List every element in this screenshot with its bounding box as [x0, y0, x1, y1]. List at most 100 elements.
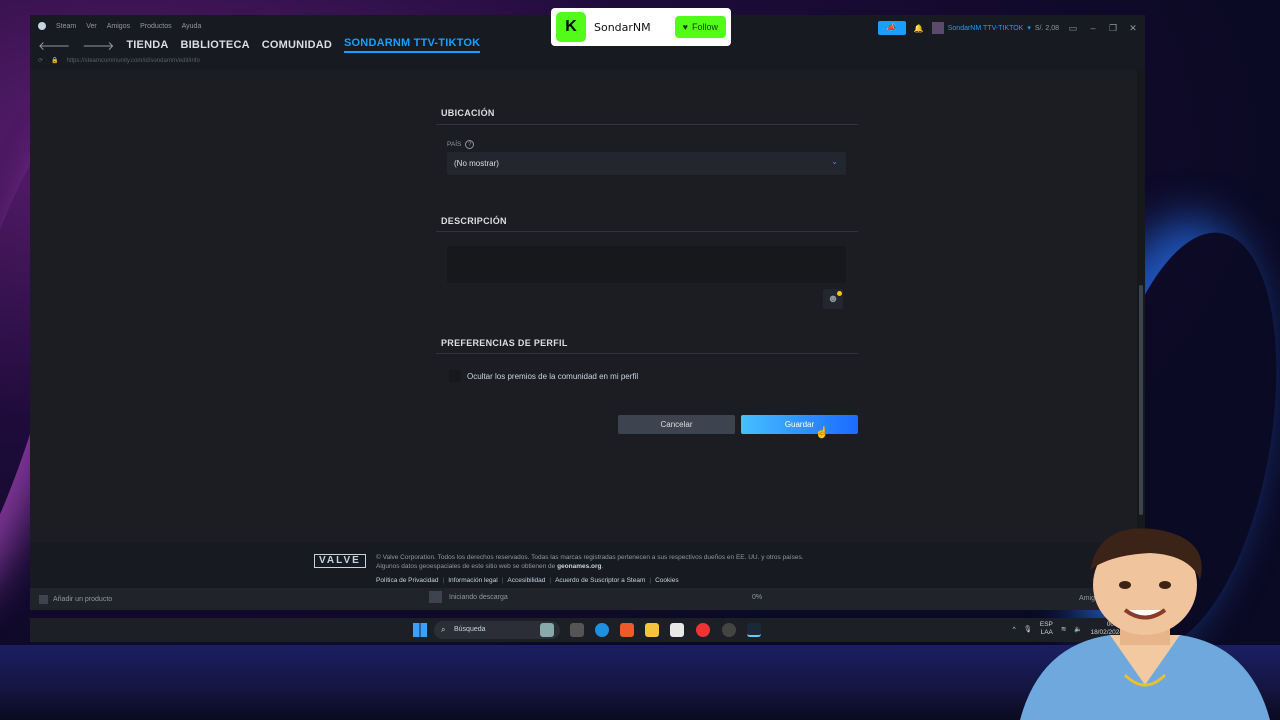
footer-link-accessibility[interactable]: Accesibilidad — [507, 577, 545, 584]
nav-community[interactable]: COMUNIDAD — [262, 39, 332, 51]
download-percent: 0% — [752, 594, 763, 601]
add-product-button[interactable]: Añadir un producto — [39, 595, 112, 604]
footer-link-privacy[interactable]: Política de Privacidad — [376, 577, 439, 584]
streamer-avatar — [1020, 528, 1270, 720]
heart-icon: ♥ — [682, 22, 688, 32]
store-icon[interactable] — [670, 623, 684, 637]
windows-taskbar: ⌕ Búsqueda ^ 🎙 ESP LAA ≋ 🔈 00:25 18/02/2… — [30, 618, 1145, 642]
country-label: PAÍS ? — [447, 140, 475, 149]
steam-taskbar-icon[interactable] — [747, 623, 761, 637]
geonames-line: Algunos datos geoespaciales de este siti… — [376, 563, 604, 570]
hide-awards-label: Ocultar los premios de la comunidad en m… — [467, 371, 639, 381]
country-select-value: (No mostrar) — [454, 159, 499, 168]
location-title: UBICACIÓN — [441, 108, 495, 118]
minimize-icon[interactable]: – — [1087, 23, 1099, 33]
download-status-text: Iniciando descarga — [449, 593, 508, 601]
taskbar-search-label: Búsqueda — [454, 626, 486, 633]
emoticon-button[interactable]: ☻ — [823, 289, 843, 309]
download-icon — [429, 591, 442, 603]
divider — [436, 231, 858, 232]
footer-link-ssa[interactable]: Acuerdo de Suscriptor a Steam — [555, 577, 645, 584]
profile-prefs-title: PREFERENCIAS DE PERFIL — [441, 338, 568, 348]
cancel-button[interactable]: Cancelar — [618, 415, 735, 434]
avatar — [931, 22, 944, 34]
scrollbar-thumb[interactable] — [1139, 285, 1143, 515]
menu-item-friends[interactable]: Amigos — [107, 23, 130, 30]
big-picture-icon[interactable]: ▭ — [1067, 23, 1079, 34]
help-icon[interactable]: ? — [465, 140, 475, 149]
wallet-balance: S/. 2,08 — [1034, 24, 1059, 32]
edit-profile-page: UBICACIÓN PAÍS ? (No mostrar) ⌄ DESCRIPC… — [30, 70, 1137, 543]
menu-item-products[interactable]: Productos — [140, 23, 172, 30]
separator: | — [549, 577, 552, 584]
footer-link-cookies[interactable]: Cookies — [655, 577, 678, 584]
menu-item-view[interactable]: Ver — [86, 23, 97, 30]
windows-start-icon[interactable] — [413, 623, 427, 637]
chevron-down-icon: ▾ — [1027, 25, 1031, 32]
copyright-text: © Valve Corporation. Todos los derechos … — [376, 554, 804, 561]
widget-icon[interactable] — [540, 623, 554, 637]
maximize-icon[interactable]: ❐ — [1107, 23, 1119, 34]
nav-library[interactable]: BIBLIOTECA — [181, 39, 250, 51]
geonames-prefix: Algunos datos geoespaciales de este siti… — [376, 563, 556, 570]
download-status[interactable]: Iniciando descarga — [429, 591, 508, 603]
page-scrollbar[interactable] — [1137, 70, 1145, 543]
new-badge-dot — [837, 291, 842, 296]
chrome-icon[interactable] — [696, 623, 710, 637]
country-select[interactable]: (No mostrar) ⌄ — [447, 152, 846, 175]
menu-item-help[interactable]: Ayuda — [182, 23, 202, 30]
file-explorer-icon[interactable] — [645, 623, 659, 637]
kick-overlay: K SondarNM ♥ Follow — [551, 8, 731, 46]
save-button[interactable]: Guardar — [741, 415, 858, 434]
separator: | — [649, 577, 652, 584]
close-icon[interactable]: ✕ — [1127, 23, 1139, 34]
lock-icon: 🔒 — [51, 58, 59, 64]
footer-link-legal[interactable]: Información legal — [448, 577, 498, 584]
footer-legal-text: © Valve Corporation. Todos los derechos … — [376, 553, 876, 571]
edge-icon[interactable] — [595, 623, 609, 637]
app-icon[interactable] — [722, 623, 736, 637]
reload-icon[interactable]: ⟳ — [38, 57, 43, 64]
search-icon: ⌕ — [441, 625, 446, 634]
kick-follow-label: Follow — [691, 22, 718, 32]
kick-follow-button[interactable]: ♥ Follow — [674, 16, 726, 38]
menu-item-steam[interactable]: Steam — [56, 23, 76, 30]
valve-logo[interactable]: VALVE — [314, 554, 366, 568]
task-view-icon[interactable] — [570, 623, 584, 637]
username: SondarNM TTV-TIKTOK — [947, 24, 1024, 32]
page-footer: VALVE © Valve Corporation. Todos los der… — [30, 543, 1145, 588]
nav-profile[interactable]: SONDARNM TTV-TIKTOK — [344, 37, 481, 53]
window-controls: 📣 🔔 SondarNM TTV-TIKTOK ▾ S/. 2,08 ▭ – ❐… — [877, 21, 1139, 35]
chevron-down-icon: ⌄ — [831, 157, 838, 166]
divider — [436, 124, 858, 125]
kick-channel-name: SondarNM — [594, 20, 651, 34]
add-product-label: Añadir un producto — [53, 596, 113, 603]
steam-logo-icon — [38, 22, 46, 30]
forward-arrow-icon[interactable]: 🡒 — [82, 38, 114, 53]
geonames-link[interactable]: geonames.org — [557, 563, 601, 570]
footer-links: Política de Privacidad | Información lega… — [376, 577, 679, 584]
nav-store[interactable]: TIENDA — [126, 39, 168, 51]
menu-bar: Steam Ver Amigos Productos Ayuda — [38, 22, 201, 30]
plus-icon — [39, 595, 48, 604]
separator: | — [501, 577, 504, 584]
description-title: DESCRIPCIÓN — [441, 216, 507, 226]
hide-awards-option[interactable]: Ocultar los premios de la comunidad en m… — [449, 370, 638, 382]
hide-awards-checkbox[interactable] — [449, 370, 461, 382]
announcements-button[interactable]: 📣 — [877, 21, 906, 35]
url-bar: ⟳ 🔒 https://steamcommunity.com/id/sondar… — [38, 57, 200, 65]
main-nav: 🡐 🡒 TIENDA BIBLIOTECA COMUNIDAD SONDARNM… — [38, 37, 481, 53]
status-bar: Añadir un producto Iniciando descarga 0%… — [30, 588, 1145, 610]
page-url[interactable]: https://steamcommunity.com/id/sondarnm/e… — [67, 58, 200, 64]
mouse-cursor-icon: ☝ — [815, 427, 829, 439]
back-arrow-icon[interactable]: 🡐 — [38, 38, 70, 53]
notifications-bell-icon[interactable]: 🔔 — [914, 24, 924, 33]
user-menu[interactable]: SondarNM TTV-TIKTOK ▾ S/. 2,08 — [931, 22, 1059, 34]
separator: | — [442, 577, 445, 584]
country-label-text: PAÍS — [447, 141, 462, 148]
kick-logo-icon: K — [556, 12, 586, 42]
steam-window: Steam Ver Amigos Productos Ayuda 🡐 🡒 TIE… — [30, 15, 1145, 610]
divider — [436, 353, 858, 354]
description-textarea[interactable] — [447, 246, 846, 283]
brave-icon[interactable] — [620, 623, 634, 637]
